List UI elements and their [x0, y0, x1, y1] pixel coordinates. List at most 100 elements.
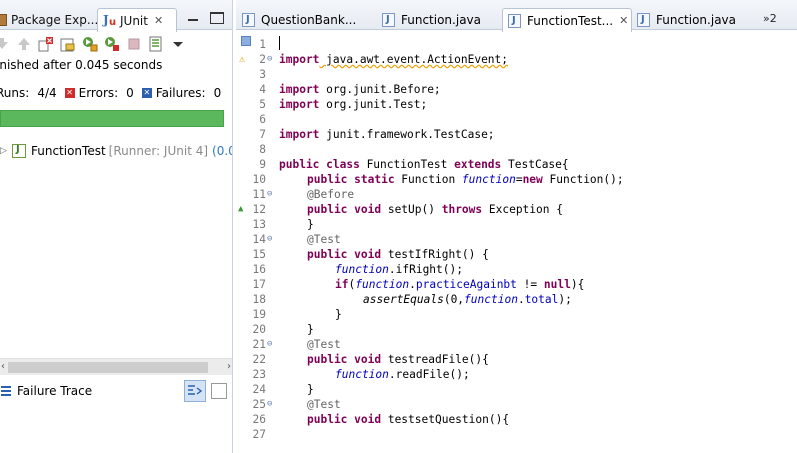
close-icon[interactable]: ✕ — [154, 14, 163, 27]
close-icon[interactable]: ✕ — [619, 14, 628, 27]
code-token: } — [307, 323, 314, 336]
view-menu-chevron-down-icon[interactable] — [170, 36, 186, 52]
code-line[interactable]: 1 — [236, 37, 797, 52]
code-token: public void — [307, 203, 382, 216]
code-line[interactable]: 26 public void testsetQuestion(){ — [236, 412, 797, 427]
failures-value: 0 — [213, 86, 222, 100]
code-line[interactable]: 19} — [236, 307, 797, 322]
show-failures-only-icon[interactable] — [38, 36, 54, 52]
code-line[interactable]: 20} — [236, 322, 797, 337]
fold-collapse-icon[interactable]: ⊖ — [267, 397, 272, 412]
code-line[interactable]: 17 if(function.practiceAgainbt != null){ — [236, 277, 797, 292]
code-line[interactable]: 13} — [236, 217, 797, 232]
maximize-button[interactable] — [210, 12, 224, 24]
code-text: @Before — [307, 187, 354, 202]
code-line[interactable]: 5 import org.junit.Test; — [236, 97, 797, 112]
editor-tab-bar: QuestionBank... Function.java FunctionTe… — [236, 0, 797, 32]
expand-arrow-icon[interactable]: ▷ — [0, 146, 12, 156]
code-token: != — [516, 278, 544, 291]
fold-collapse-icon[interactable]: ⊖ — [267, 337, 272, 352]
test-suite-ok-icon — [12, 144, 26, 158]
code-line[interactable]: 24} — [236, 382, 797, 397]
scroll-lock-icon[interactable] — [60, 36, 76, 52]
tab-function-java-2-label: Function.java — [656, 13, 736, 27]
code-line[interactable]: 15 public void testIfRight() { — [236, 247, 797, 262]
tab-function-java[interactable]: Function.java — [377, 9, 481, 31]
code-line[interactable]: 6 — [236, 112, 797, 127]
test-run-history-icon[interactable] — [148, 36, 164, 52]
code-text: function.ifRight(); — [335, 262, 463, 277]
rerun-failures-first-icon[interactable] — [104, 36, 120, 52]
code-line[interactable]: 10 public static Function function=new Fu… — [236, 172, 797, 187]
override-marker-icon[interactable]: ▲ — [238, 202, 243, 217]
run-status-text: inished after 0.045 seconds — [0, 58, 163, 72]
fold-collapse-icon[interactable]: ⊖ — [267, 187, 272, 202]
line-number: 18 — [252, 293, 266, 306]
code-token: org.junit.Test; — [319, 98, 428, 111]
fold-collapse-icon[interactable]: ⊖ — [267, 232, 272, 247]
code-line[interactable]: 2 ⊖ ⚠ import java.awt.event.ActionEvent; — [236, 52, 797, 67]
code-line[interactable]: 14 ⊖ @Test — [236, 232, 797, 247]
line-number: 14 — [252, 233, 266, 246]
previous-failure-icon[interactable] — [16, 36, 32, 52]
code-token: ){ — [570, 278, 585, 291]
code-token: if — [335, 278, 349, 291]
stop-icon[interactable] — [126, 36, 142, 52]
horizontal-scrollbar[interactable]: ‹ › — [0, 358, 232, 375]
code-token: org.junit.Before; — [319, 83, 441, 96]
line-number: 3 — [259, 68, 266, 81]
code-line[interactable]: 4 import org.junit.Before; — [236, 82, 797, 97]
fold-collapse-icon[interactable]: ⊖ — [267, 52, 272, 67]
java-editor: QuestionBank... Function.java FunctionTe… — [236, 0, 797, 453]
code-line[interactable]: 8 — [236, 142, 797, 157]
junit-icon: Ju — [103, 12, 117, 28]
code-token: function — [335, 368, 389, 381]
test-tree-item[interactable]: ▷ FunctionTest [Runner: JUnit 4] (0.0 — [0, 141, 232, 161]
scroll-left-icon[interactable]: ‹ — [1, 361, 5, 372]
tab-package-explorer[interactable]: Package Exp... — [0, 9, 98, 31]
code-line[interactable]: 3 — [236, 67, 797, 82]
code-token: import — [279, 128, 320, 141]
code-area[interactable]: 1 2 ⊖ ⚠ import java.awt.event.ActionEvent; 3 4… — [236, 30, 797, 453]
minimize-button[interactable] — [186, 12, 200, 24]
code-text: @Test — [307, 397, 341, 412]
code-token: public class — [279, 158, 360, 171]
rerun-test-icon[interactable] — [82, 36, 98, 52]
left-tab-bar: Package Exp... Ju JUnit ✕ — [0, 0, 232, 32]
line-number: 4 — [259, 83, 266, 96]
failure-icon: ✕ — [141, 88, 152, 98]
tab-function-java-2[interactable]: Function.java — [632, 9, 736, 31]
line-number: 10 — [252, 173, 266, 186]
compare-result-icon[interactable] — [211, 383, 227, 399]
scroll-right-icon[interactable]: › — [227, 361, 231, 372]
errors-value: 0 — [126, 86, 134, 100]
code-line[interactable]: 16 function.ifRight(); — [236, 262, 797, 277]
scrollbar-thumb[interactable] — [8, 362, 208, 373]
tab-functiontest[interactable]: FunctionTest... ✕ — [502, 8, 632, 32]
code-token: extends — [454, 158, 502, 171]
code-text: import org.junit.Test; — [279, 97, 427, 112]
next-failure-icon[interactable] — [0, 36, 10, 52]
code-token: . — [517, 293, 525, 306]
code-line[interactable]: 23 function.readFile(); — [236, 367, 797, 382]
code-line[interactable]: 7 import junit.framework.TestCase; — [236, 127, 797, 142]
filter-stack-trace-button[interactable] — [184, 380, 206, 402]
code-token: testIfRight() { — [381, 248, 489, 261]
code-token: (0, — [443, 293, 465, 306]
code-line[interactable]: 18 assertEquals(0,function.total); — [236, 292, 797, 307]
tab-questionbank[interactable]: QuestionBank... — [237, 9, 356, 31]
failure-trace-header: Failure Trace — [0, 379, 232, 403]
tab-junit[interactable]: Ju JUnit ✕ — [97, 8, 177, 32]
code-line[interactable]: 22 public void testreadFile(){ — [236, 352, 797, 367]
code-line[interactable]: 9 public class FunctionTest extends TestC… — [236, 157, 797, 172]
code-line[interactable]: 25 ⊖ @Test — [236, 397, 797, 412]
code-line[interactable]: 21 ⊖ @Test — [236, 337, 797, 352]
line-number: 7 — [259, 128, 266, 141]
code-line[interactable]: 11 ⊖ @Before — [236, 187, 797, 202]
more-tabs-button[interactable]: »2 — [763, 12, 777, 25]
code-line[interactable]: 12 ▲ public void setUp() throws Exception … — [236, 202, 797, 217]
code-text: @Test — [307, 337, 341, 352]
code-line[interactable]: 27 — [236, 427, 797, 442]
warning-icon[interactable]: ⚠ — [239, 52, 245, 67]
failures-label: Failures: — [155, 86, 206, 100]
